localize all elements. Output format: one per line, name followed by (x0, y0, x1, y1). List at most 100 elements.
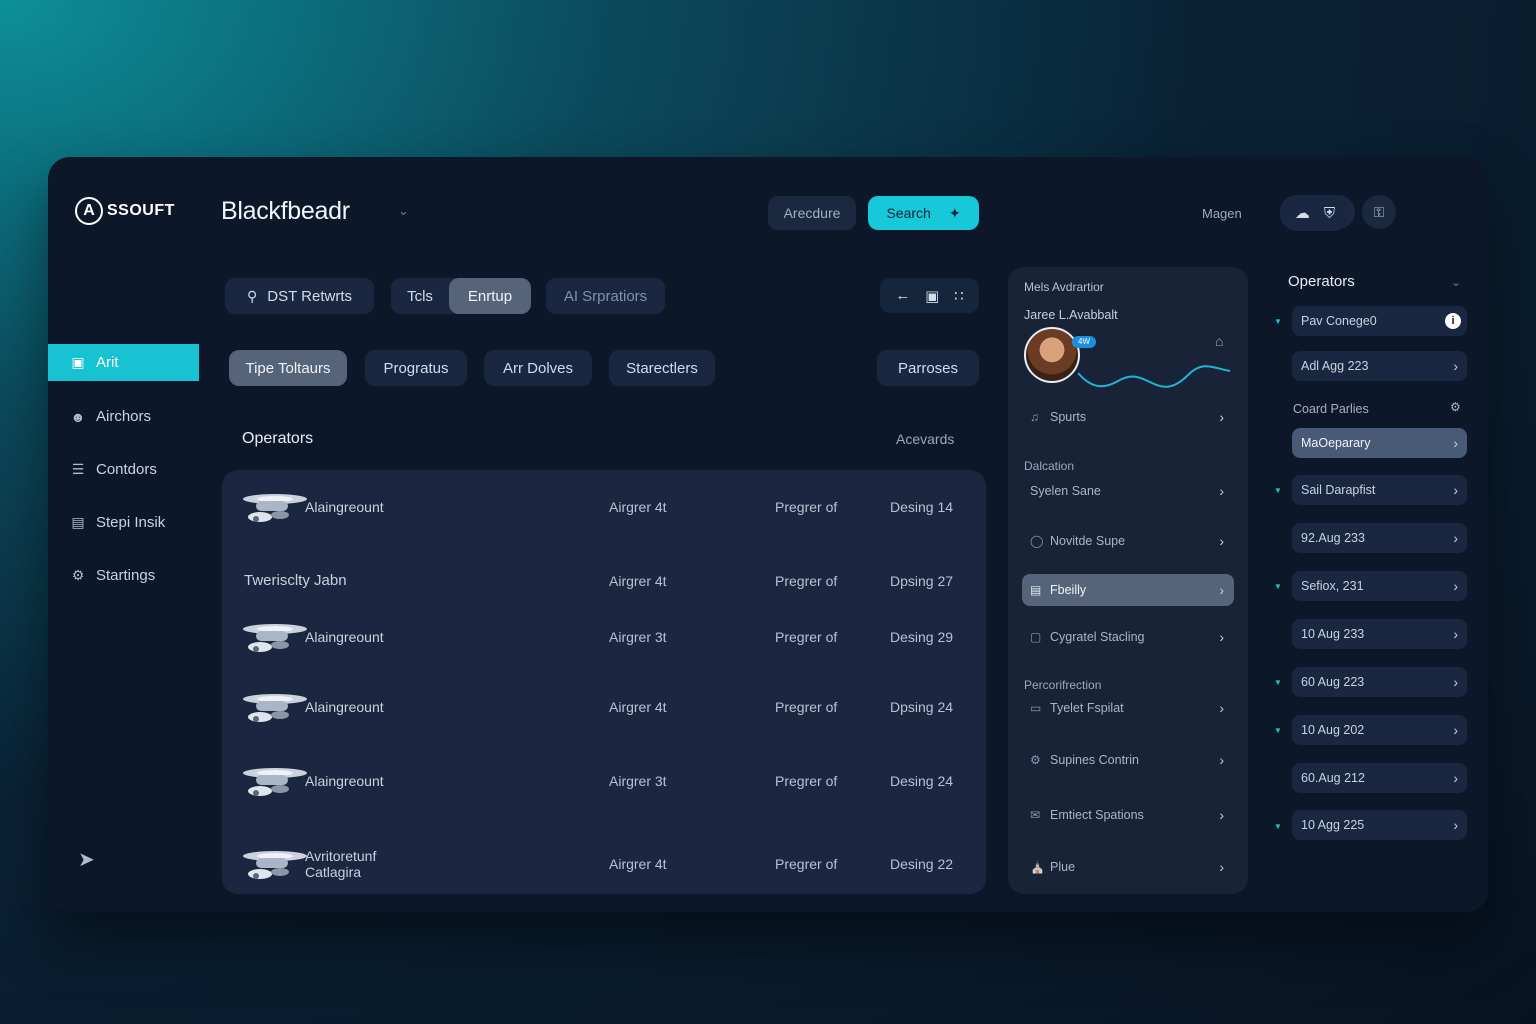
panel-item-supines-contrin[interactable]: ⚙ Supines Contrin › (1022, 744, 1234, 776)
section-link[interactable]: Acevards (896, 431, 954, 447)
chevron-right-icon: › (1453, 626, 1458, 642)
table-row[interactable]: Alaingreount Airgrer 4t Pregrer of Desing 1… (222, 482, 986, 532)
right-item[interactable]: 10 Agg 225 › (1292, 810, 1467, 840)
table-row[interactable]: Twerisclty Jabn Airgrer 4t Pregrer of Dpsin… (222, 556, 986, 606)
right-item[interactable]: 60 Aug 223 › (1292, 667, 1467, 697)
panel-heading: Mels Avdrartior (1024, 280, 1104, 294)
chevron-down-icon[interactable]: ⌄ (398, 203, 409, 219)
right-item-top[interactable]: Pav Conege0 i (1292, 306, 1467, 336)
logo: A SSOUFT (75, 197, 175, 225)
row-cell-c2: Airgrer 3t (609, 629, 667, 645)
chevron-right-icon: › (1219, 582, 1224, 598)
right-item[interactable]: 10 Aug 233 › (1292, 619, 1467, 649)
bullet-icon: ▼ (1274, 678, 1282, 687)
filter-tipe-toltaurs[interactable]: Tipe Toltaurs (229, 350, 347, 386)
bullet-icon: ▼ (1274, 486, 1282, 495)
table-row[interactable]: Alaingreount Airgrer 3t Pregrer of Desing 2… (222, 756, 986, 806)
grid-icon[interactable]: ∷ (954, 287, 964, 305)
row-cell-c3: Pregrer of (775, 856, 838, 872)
table-row[interactable]: Alaingreount Airgrer 3t Pregrer of Desing 2… (222, 612, 986, 662)
settings-icon[interactable]: ⚙ (1450, 400, 1461, 414)
dashboard-icon: ▣ (71, 354, 85, 370)
right-item[interactable]: 60.Aug 212 › (1292, 763, 1467, 793)
bullet-icon: ▼ (1274, 822, 1282, 831)
calendar-icon[interactable]: ▣ (925, 287, 939, 305)
table-row[interactable]: Alaingreount Airgrer 4t Pregrer of Dpsing 2… (222, 682, 986, 732)
panel-item-label: Novitde Supe (1050, 534, 1126, 548)
filter-starectlers[interactable]: Starectlers (609, 350, 715, 386)
right-item[interactable]: 92.Aug 233 › (1292, 523, 1467, 553)
chevron-right-icon: › (1453, 530, 1458, 546)
filter-parroses[interactable]: Parroses (877, 350, 979, 386)
panel-item-label: Syelen Sane (1030, 484, 1101, 498)
panel-item-novitde-supe[interactable]: ◯ Novitde Supe › (1022, 525, 1234, 557)
sidebar-item-arit[interactable]: ▣ Arit (48, 344, 199, 381)
row-name: Twerisclty Jabn (244, 572, 347, 589)
list-icon: ☰ (71, 461, 85, 477)
shield-icon[interactable]: ⛨ (1324, 205, 1335, 222)
back-arrow-icon[interactable]: ← (895, 287, 910, 304)
user-icon: ☻ (70, 408, 86, 425)
sidebar-item-contdors[interactable]: ☰ Contdors (48, 451, 199, 488)
info-icon[interactable]: i (1445, 313, 1461, 329)
app-title[interactable]: Blackfbeadr (221, 197, 350, 226)
tab-tcls[interactable]: Tcls (391, 288, 449, 305)
panel-item-syelen-sane[interactable]: Syelen Sane › (1022, 475, 1234, 507)
chevron-right-icon: › (1453, 578, 1458, 594)
view-controls: ← ▣ ∷ (880, 278, 979, 313)
home-icon[interactable]: ⌂ (1215, 333, 1223, 349)
section-title: Operators (242, 430, 314, 447)
sidebar-item-stepi-insik[interactable]: ▤ Stepi Insik (48, 504, 199, 541)
sidebar-item-label: Startings (96, 567, 156, 584)
bulb-icon: ◯ (1030, 534, 1044, 548)
row-name: Alaingreount (305, 499, 384, 515)
filter-arr-dolves[interactable]: Arr Dolves (484, 350, 592, 386)
panel-item-plue[interactable]: ⛪ Plue › (1022, 851, 1234, 883)
settings-icon: ⚙ (71, 567, 85, 583)
cloud-icon[interactable]: ☁ (1295, 204, 1310, 222)
right-item-label: Adl Agg 223 (1301, 359, 1369, 373)
right-item[interactable]: Sefiox, 231 › (1292, 571, 1467, 601)
panel-item-cygratel-stacling[interactable]: ▢ Cygratel Stacling › (1022, 621, 1234, 653)
sidebar-item-airchors[interactable]: ☻ Airchors (48, 398, 199, 435)
chevron-right-icon: › (1219, 629, 1224, 645)
tab-ai-srpratiors[interactable]: AI Srpratiors (546, 278, 665, 314)
panel-section-label: Percorifrection (1024, 678, 1102, 692)
sidebar-item-startings[interactable]: ⚙ Startings (48, 557, 199, 594)
rocket-icon[interactable]: ➤ (78, 847, 95, 872)
building-icon: ⛪ (1030, 860, 1045, 874)
table-row[interactable]: Avritoretunf Catlagira Airgrer 4t Pregrer … (222, 839, 986, 889)
aircraft-thumbnail-icon (242, 487, 308, 527)
chevron-right-icon: › (1453, 674, 1458, 690)
filter-progratus[interactable]: Progratus (365, 350, 467, 386)
logo-text: SSOUFT (107, 202, 175, 219)
right-item-selected[interactable]: MaOeparary › (1292, 428, 1467, 458)
panel-item-label: Fbeilly (1050, 583, 1087, 597)
panel-item-spurts[interactable]: ♫ Spurts › (1022, 401, 1234, 433)
search-button[interactable]: Search ✦ (868, 196, 979, 230)
right-item-label: 10 Aug 202 (1301, 723, 1365, 737)
right-item[interactable]: Sail Darapfist › (1292, 475, 1467, 505)
panel-item-emtiect-spations[interactable]: ✉ Emtiect Spations › (1022, 799, 1234, 831)
right-item[interactable]: 10 Aug 202 › (1292, 715, 1467, 745)
right-item[interactable]: Adl Agg 223 › (1292, 351, 1467, 381)
doc-icon: ▤ (1030, 583, 1042, 597)
lock-icon[interactable]: ⚿ (1362, 195, 1396, 229)
operators-table: Alaingreount Airgrer 4t Pregrer of Desing 1… (222, 470, 986, 894)
row-cell-c3: Pregrer of (775, 699, 838, 715)
box-icon: ▢ (1030, 630, 1042, 644)
row-cell-c4: Desing 29 (890, 629, 954, 645)
aircraft-thumbnail-icon (242, 617, 308, 657)
panel-item-tyelet-fspilat[interactable]: ▭ Tyelet Fspilat › (1022, 692, 1234, 724)
search-input[interactable]: ⚲ DST Retwrts (225, 278, 374, 314)
chevron-down-icon[interactable]: ⌄ (1451, 275, 1461, 289)
panel-item-fbeilly[interactable]: ▤ Fbeilly › (1022, 574, 1234, 606)
task-icon: ▤ (71, 514, 85, 530)
sidebar-item-label: Arit (96, 354, 119, 371)
bullet-icon: ▼ (1274, 317, 1282, 326)
tab-enrtup[interactable]: Enrtup (449, 278, 531, 314)
avatar[interactable] (1024, 327, 1080, 383)
user-name[interactable]: Magen (1202, 206, 1242, 221)
secondary-button[interactable]: Arecdure (768, 196, 856, 230)
right-item-label: Sail Darapfist (1301, 483, 1376, 497)
